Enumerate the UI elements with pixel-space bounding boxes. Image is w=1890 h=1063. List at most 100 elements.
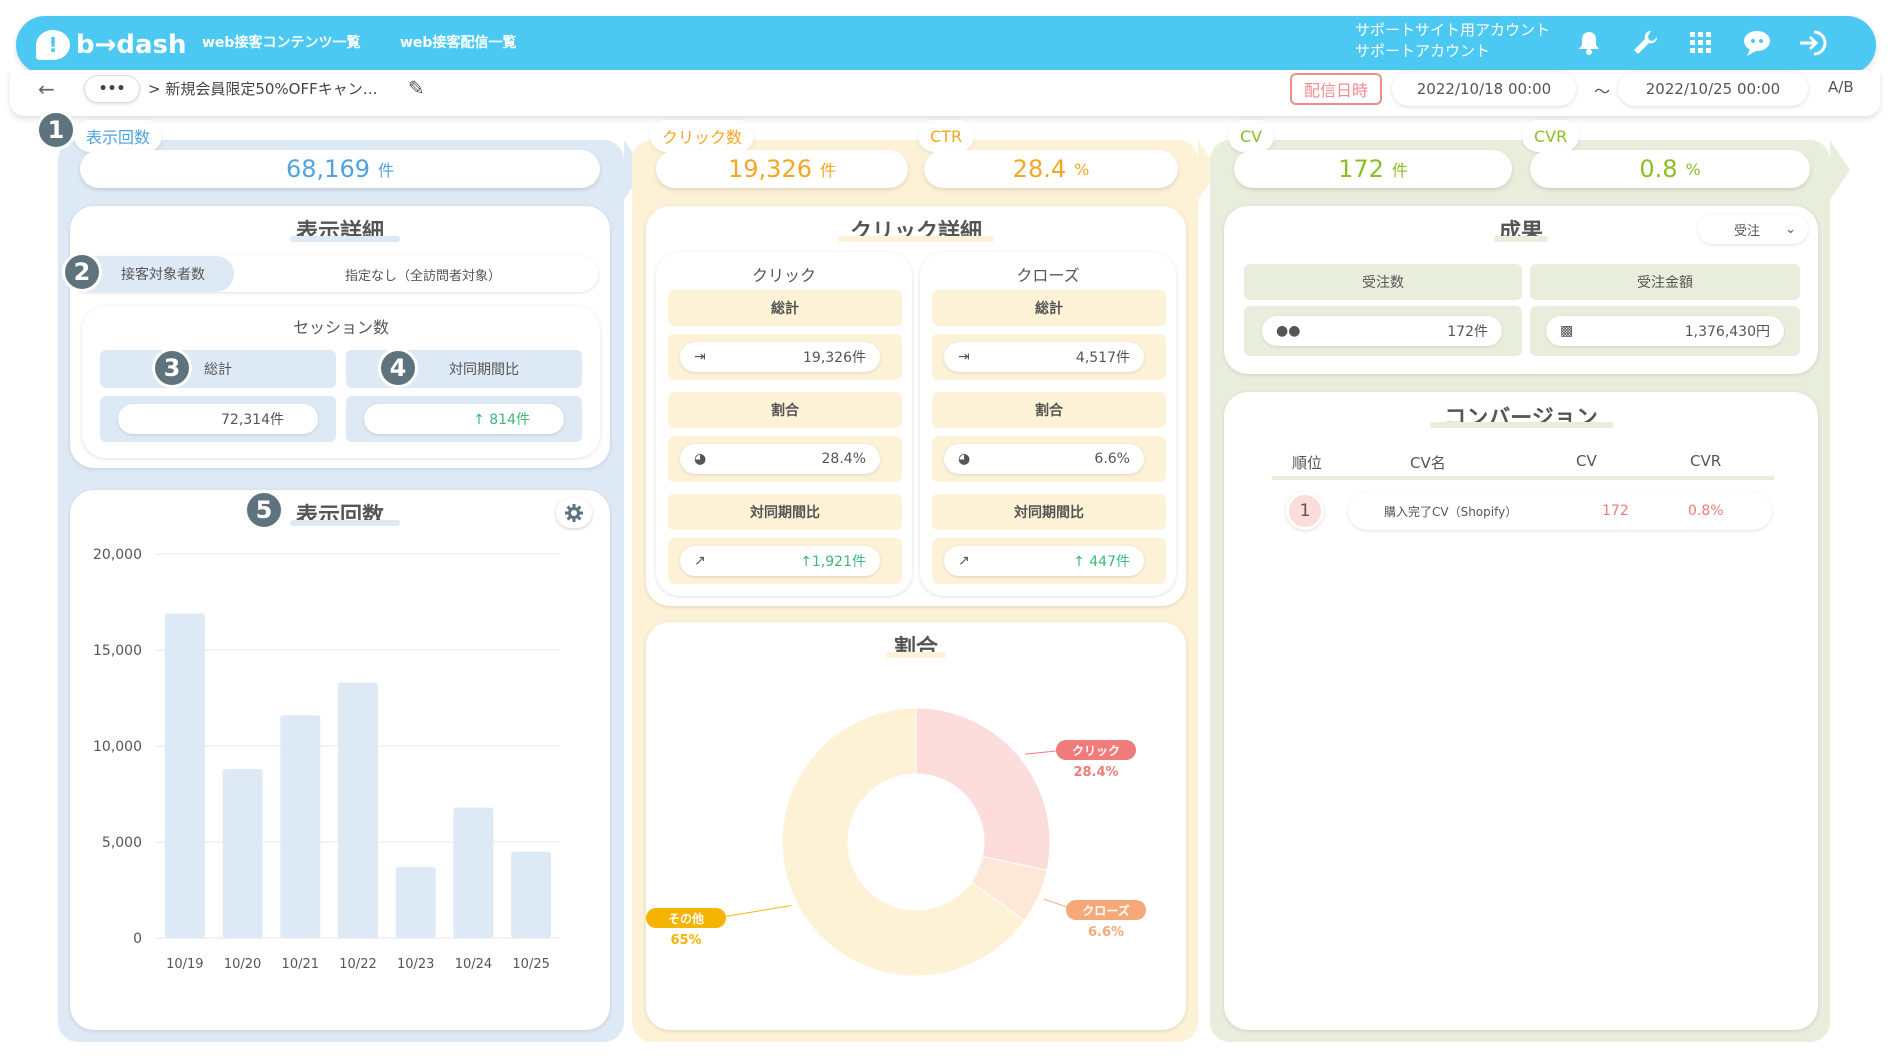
kpi-cv-label: CV [1228, 120, 1275, 152]
back-arrow-icon[interactable]: ← [38, 77, 55, 101]
invoice-icon: ▩ [1560, 323, 1574, 339]
trend-chart-icon: ↗ [958, 553, 970, 569]
title-underline [290, 236, 400, 242]
kpi-clicks-label: クリック数 [650, 120, 755, 152]
edit-pencil-icon[interactable]: ✎ [408, 76, 425, 100]
order-amount-value: ▩ 1,376,430円 [1546, 316, 1784, 346]
session-yoy-value: ↑ 814件 [364, 404, 564, 434]
enter-icon: ⇥ [958, 349, 970, 365]
trend-chart-icon: ↗ [694, 553, 706, 569]
kpi-impressions-label: 表示回数 [74, 120, 163, 152]
title-underline [290, 520, 400, 526]
bar [280, 715, 321, 938]
step-badge-2: 2 [62, 252, 102, 292]
kpi-cvr-value: 0.8% [1530, 150, 1810, 188]
date-from-field[interactable]: 2022/10/18 00:00 [1392, 72, 1576, 106]
bell-icon[interactable] [1572, 26, 1606, 60]
bdash-logo[interactable]: ! b→dash [36, 22, 187, 68]
x-tick-label: 10/22 [339, 957, 376, 972]
enter-icon: ⇥ [694, 349, 706, 365]
x-tick-label: 10/24 [455, 957, 492, 972]
date-to-field[interactable]: 2022/10/25 00:00 [1618, 72, 1808, 106]
flow-arrow [1830, 140, 1850, 200]
donut-slice [915, 707, 1051, 872]
kpi-ctr-value: 28.4% [924, 150, 1178, 188]
order-amount-label: 受注金額 [1530, 264, 1800, 300]
ratio-donut-chart: クリック 28.4% クローズ 6.6% その他 65% [646, 707, 1146, 977]
close-total-value: ⇥ 4,517件 [944, 342, 1144, 372]
click-ratio-label: 割合 [668, 392, 902, 428]
slice-name-label: クリック [1072, 744, 1120, 758]
kpi-impressions-value: 68,169 件 [80, 150, 600, 188]
orders-count-label: 受注数 [1244, 264, 1522, 300]
pie-icon: ◕ [694, 451, 707, 467]
session-total-label: 総計 [100, 350, 336, 388]
close-ratio-label: 割合 [932, 392, 1166, 428]
click-yoy-value: ↗ ↑1,921件 [680, 546, 880, 576]
click-total-value: ⇥ 19,326件 [680, 342, 880, 372]
conversion-rank-badge: 1 [1286, 492, 1324, 530]
nav-delivery-list[interactable]: web接客配信一覧 [400, 32, 516, 52]
close-ratio-value: ◕ 6.6% [944, 444, 1144, 474]
close-total-label: 総計 [932, 290, 1166, 326]
wrench-icon[interactable] [1628, 26, 1662, 60]
close-subpanel-header: クローズ [1016, 266, 1080, 285]
breadcrumb: > 新規会員限定50%OFFキャン… [148, 80, 378, 98]
click-subpanel-header: クリック [751, 266, 816, 285]
logo-bubble-icon: ! [36, 30, 70, 60]
step-badge-4: 4 [378, 348, 418, 388]
bar [395, 866, 436, 938]
impressions-bar-chart: 0 5,000 10,000 15,000 20,000 10/19 10/20 10/21 1… [93, 547, 560, 972]
kpi-ctr-label: CTR [918, 120, 975, 152]
conversion-row[interactable]: 購入完了CV（Shopify） 172 0.8% [1348, 492, 1772, 530]
click-yoy-label: 対同期間比 [668, 494, 902, 530]
ab-test-toggle[interactable]: A/B [1828, 78, 1854, 96]
bar [222, 769, 263, 938]
orders-count-value: ●● 172件 [1262, 316, 1502, 346]
account-info[interactable]: サポートサイト用アカウント サポートアカウント [1355, 20, 1550, 62]
logout-icon[interactable] [1796, 26, 1830, 60]
bar [338, 682, 378, 938]
y-tick-label: 20,000 [93, 547, 142, 563]
x-tick-label: 10/19 [166, 957, 203, 972]
session-count-title: セッション数 [292, 318, 389, 337]
bar [511, 851, 552, 938]
delivery-date-label: 配信日時 [1290, 73, 1382, 105]
y-tick-label: 15,000 [93, 643, 142, 659]
breadcrumb-more-button[interactable]: ••• [84, 75, 140, 103]
grid-icon[interactable] [1684, 26, 1718, 60]
close-yoy-label: 対同期間比 [932, 494, 1166, 530]
kpi-clicks-value: 19,326 件 [656, 150, 908, 188]
label-leader [715, 905, 792, 919]
title-underline [886, 652, 946, 658]
session-total-value: 72,314件 [118, 404, 318, 434]
users-icon: ●● [1276, 323, 1301, 339]
step-badge-1: 1 [36, 110, 76, 150]
bar [453, 807, 494, 938]
step-badge-3: 3 [152, 348, 192, 388]
y-tick-label: 10,000 [93, 739, 142, 755]
y-tick-label: 0 [133, 931, 142, 947]
click-total-label: 総計 [668, 290, 902, 326]
conversion-table-header: 順位 CV名 CV CVR [1272, 452, 1774, 480]
x-tick-label: 10/20 [224, 957, 261, 972]
y-tick-label: 5,000 [102, 835, 142, 851]
nav-contents-list[interactable]: web接客コンテンツ一覧 [202, 32, 360, 52]
title-underline [838, 236, 994, 242]
chat-icon[interactable] [1740, 26, 1774, 60]
conversion-panel [1224, 392, 1818, 1030]
slice-value-label: 65% [670, 933, 701, 948]
kpi-cv-value: 172 件 [1234, 150, 1512, 188]
bar [164, 613, 205, 938]
date-range-separator: 〜 [1594, 82, 1611, 101]
x-tick-label: 10/21 [282, 957, 319, 972]
x-tick-label: 10/25 [512, 957, 549, 972]
slice-value-label: 28.4% [1073, 765, 1118, 780]
slice-value-label: 6.6% [1088, 925, 1124, 940]
click-ratio-value: ◕ 28.4% [680, 444, 880, 474]
kpi-cvr-label: CVR [1522, 120, 1580, 152]
chevron-down-icon: ⌄ [1785, 221, 1796, 237]
chart-settings-gear-icon[interactable] [556, 498, 592, 528]
results-type-select[interactable]: 受注 ⌄ [1698, 214, 1808, 244]
close-yoy-value: ↗ ↑ 447件 [944, 546, 1144, 576]
